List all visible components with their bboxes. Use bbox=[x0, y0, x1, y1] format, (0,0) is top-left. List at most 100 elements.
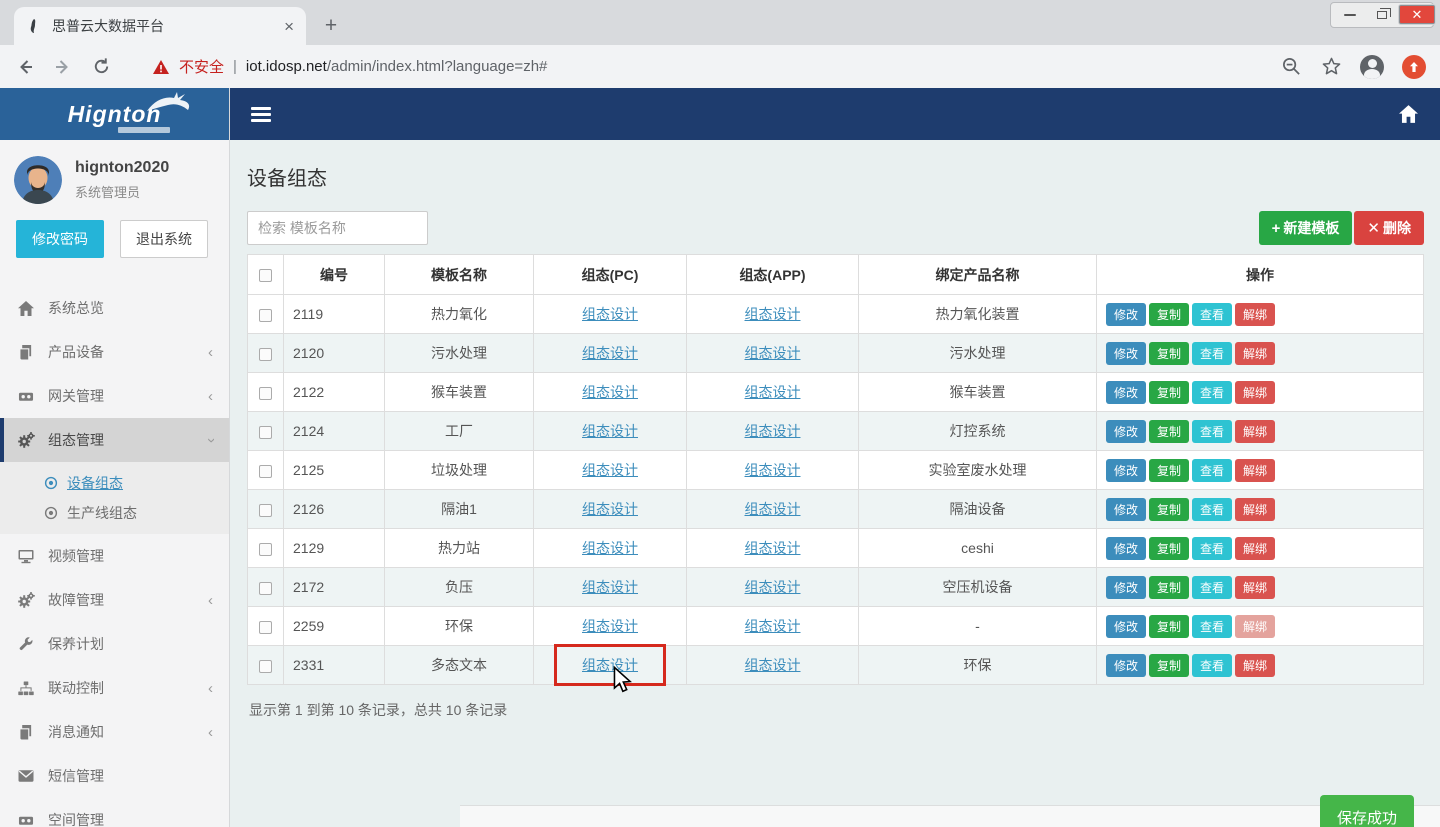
edit-button[interactable]: 修改 bbox=[1106, 498, 1146, 521]
view-button[interactable]: 查看 bbox=[1192, 498, 1232, 521]
config-design-pc-link[interactable]: 组态设计 bbox=[582, 579, 638, 595]
config-design-app-link[interactable]: 组态设计 bbox=[745, 657, 801, 673]
copy-button[interactable]: 复制 bbox=[1149, 342, 1189, 365]
zoom-out-icon[interactable] bbox=[1280, 56, 1302, 78]
config-design-pc-link[interactable]: 组态设计 bbox=[582, 423, 638, 439]
hamburger-menu-icon[interactable] bbox=[242, 95, 280, 133]
row-checkbox[interactable] bbox=[259, 660, 272, 673]
copy-button[interactable]: 复制 bbox=[1149, 381, 1189, 404]
sidebar-item-linkage-control[interactable]: 联动控制‹ bbox=[0, 666, 229, 710]
edit-button[interactable]: 修改 bbox=[1106, 654, 1146, 677]
change-password-button[interactable]: 修改密码 bbox=[16, 220, 104, 258]
new-tab-button[interactable]: + bbox=[316, 11, 346, 41]
config-design-pc-link[interactable]: 组态设计 bbox=[582, 306, 638, 322]
unbind-button[interactable]: 解绑 bbox=[1235, 537, 1275, 560]
sidebar-item-system-overview[interactable]: 系统总览 bbox=[0, 286, 229, 330]
forward-button[interactable] bbox=[52, 56, 74, 78]
config-design-pc-link[interactable]: 组态设计 bbox=[582, 501, 638, 517]
unbind-button[interactable]: 解绑 bbox=[1235, 420, 1275, 443]
minimize-button[interactable] bbox=[1335, 5, 1365, 25]
config-design-app-link[interactable]: 组态设计 bbox=[745, 345, 801, 361]
config-design-app-link[interactable]: 组态设计 bbox=[745, 423, 801, 439]
row-checkbox[interactable] bbox=[259, 504, 272, 517]
sidebar-item-product-device[interactable]: 产品设备‹ bbox=[0, 330, 229, 374]
config-design-app-link[interactable]: 组态设计 bbox=[745, 540, 801, 556]
edit-button[interactable]: 修改 bbox=[1106, 303, 1146, 326]
edit-button[interactable]: 修改 bbox=[1106, 537, 1146, 560]
view-button[interactable]: 查看 bbox=[1192, 381, 1232, 404]
sidebar-item-gateway-management[interactable]: 网关管理‹ bbox=[0, 374, 229, 418]
edit-button[interactable]: 修改 bbox=[1106, 615, 1146, 638]
config-design-app-link[interactable]: 组态设计 bbox=[745, 501, 801, 517]
copy-button[interactable]: 复制 bbox=[1149, 615, 1189, 638]
config-design-pc-link[interactable]: 组态设计 bbox=[582, 540, 638, 556]
sidebar-subitem-production-line-configuration[interactable]: 生产线组态 bbox=[0, 498, 229, 528]
bookmark-star-icon[interactable] bbox=[1320, 56, 1342, 78]
delete-button[interactable]: ✕删除 bbox=[1354, 211, 1424, 245]
sidebar-subitem-device-configuration[interactable]: 设备组态 bbox=[0, 468, 229, 498]
view-button[interactable]: 查看 bbox=[1192, 537, 1232, 560]
view-button[interactable]: 查看 bbox=[1192, 459, 1232, 482]
sidebar-item-maintenance-plan[interactable]: 保养计划 bbox=[0, 622, 229, 666]
view-button[interactable]: 查看 bbox=[1192, 342, 1232, 365]
view-button[interactable]: 查看 bbox=[1192, 615, 1232, 638]
unbind-button[interactable]: 解绑 bbox=[1235, 342, 1275, 365]
logout-button[interactable]: 退出系统 bbox=[120, 220, 208, 258]
edit-button[interactable]: 修改 bbox=[1106, 459, 1146, 482]
browser-update-icon[interactable] bbox=[1402, 55, 1426, 79]
sidebar-item-configuration-management[interactable]: 组态管理‹ bbox=[0, 418, 229, 462]
copy-button[interactable]: 复制 bbox=[1149, 498, 1189, 521]
copy-button[interactable]: 复制 bbox=[1149, 303, 1189, 326]
restore-button[interactable] bbox=[1367, 5, 1397, 25]
edit-button[interactable]: 修改 bbox=[1106, 576, 1146, 599]
copy-button[interactable]: 复制 bbox=[1149, 420, 1189, 443]
browser-tab[interactable]: 思普云大数据平台 × bbox=[14, 7, 306, 45]
edit-button[interactable]: 修改 bbox=[1106, 342, 1146, 365]
config-design-pc-link[interactable]: 组态设计 bbox=[582, 384, 638, 400]
unbind-button[interactable]: 解绑 bbox=[1235, 576, 1275, 599]
config-design-pc-link[interactable]: 组态设计 bbox=[582, 345, 638, 361]
copy-button[interactable]: 复制 bbox=[1149, 537, 1189, 560]
sidebar-item-sms-management[interactable]: 短信管理 bbox=[0, 754, 229, 798]
sidebar-item-video-management[interactable]: 视频管理 bbox=[0, 534, 229, 578]
view-button[interactable]: 查看 bbox=[1192, 576, 1232, 599]
copy-button[interactable]: 复制 bbox=[1149, 654, 1189, 677]
view-button[interactable]: 查看 bbox=[1192, 303, 1232, 326]
row-checkbox[interactable] bbox=[259, 582, 272, 595]
unbind-button[interactable]: 解绑 bbox=[1235, 459, 1275, 482]
sidebar-item-message-notification[interactable]: 消息通知‹ bbox=[0, 710, 229, 754]
unbind-button[interactable]: 解绑 bbox=[1235, 381, 1275, 404]
refresh-button[interactable] bbox=[90, 56, 112, 78]
unbind-button[interactable]: 解绑 bbox=[1235, 654, 1275, 677]
config-design-pc-link[interactable]: 组态设计 bbox=[582, 618, 638, 634]
sidebar-item-fault-management[interactable]: 故障管理‹ bbox=[0, 578, 229, 622]
select-all-checkbox[interactable] bbox=[259, 269, 272, 282]
view-button[interactable]: 查看 bbox=[1192, 420, 1232, 443]
back-button[interactable] bbox=[14, 56, 36, 78]
home-icon[interactable] bbox=[1399, 105, 1418, 123]
overlay-close-button[interactable]: ✕ bbox=[1399, 5, 1435, 24]
search-input[interactable] bbox=[247, 211, 428, 245]
profile-icon[interactable] bbox=[1360, 55, 1384, 79]
row-checkbox[interactable] bbox=[259, 621, 272, 634]
config-design-pc-link[interactable]: 组态设计 bbox=[582, 462, 638, 478]
copy-button[interactable]: 复制 bbox=[1149, 576, 1189, 599]
config-design-app-link[interactable]: 组态设计 bbox=[745, 384, 801, 400]
row-checkbox[interactable] bbox=[259, 426, 272, 439]
copy-button[interactable]: 复制 bbox=[1149, 459, 1189, 482]
view-button[interactable]: 查看 bbox=[1192, 654, 1232, 677]
row-checkbox[interactable] bbox=[259, 465, 272, 478]
config-design-app-link[interactable]: 组态设计 bbox=[745, 579, 801, 595]
unbind-button[interactable]: 解绑 bbox=[1235, 303, 1275, 326]
edit-button[interactable]: 修改 bbox=[1106, 420, 1146, 443]
tab-close-icon[interactable]: × bbox=[284, 18, 294, 35]
edit-button[interactable]: 修改 bbox=[1106, 381, 1146, 404]
new-template-button[interactable]: +新建模板 bbox=[1259, 211, 1353, 245]
config-design-app-link[interactable]: 组态设计 bbox=[745, 306, 801, 322]
config-design-app-link[interactable]: 组态设计 bbox=[745, 618, 801, 634]
row-checkbox[interactable] bbox=[259, 543, 272, 556]
unbind-button[interactable]: 解绑 bbox=[1235, 498, 1275, 521]
row-checkbox[interactable] bbox=[259, 387, 272, 400]
config-design-app-link[interactable]: 组态设计 bbox=[745, 462, 801, 478]
url-bar[interactable]: 不安全 | iot.idosp.net/admin/index.html?lan… bbox=[128, 56, 1264, 77]
